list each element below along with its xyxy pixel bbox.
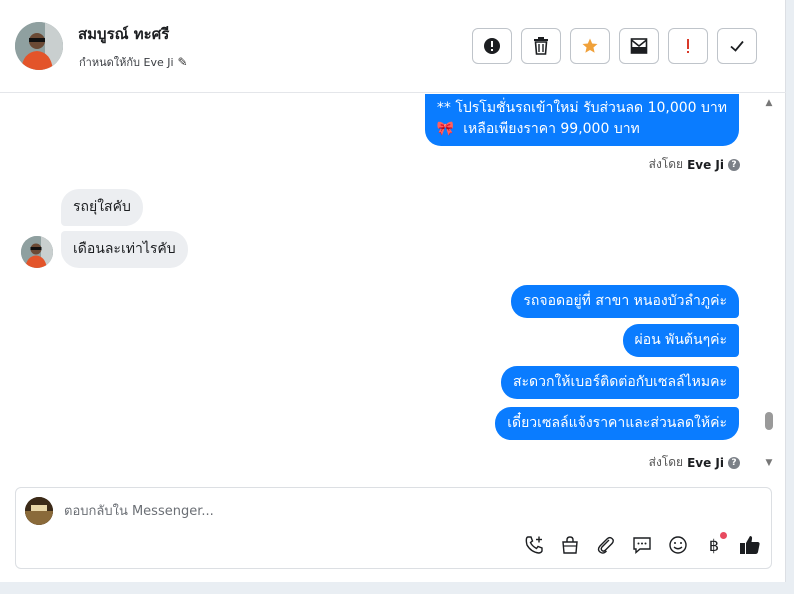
assigned-to-label: กำหนดให้กับ Eve Ji [79,56,174,69]
chat-bubble-icon[interactable] [631,534,653,556]
message-bubble-outgoing: สะดวกให้เบอร์ติดต่อกับเซลล์ไหมคะ [500,366,739,399]
sent-by-prefix: ส่งโดย [648,455,684,469]
mark-done-button[interactable] [717,28,757,64]
message-bubble-incoming: เดือนละเท่าไรคับ [61,231,188,268]
message-line: 🎀 เหลือเพียงราคา 99,000 บาท [437,119,727,140]
paperclip-icon[interactable] [595,534,617,556]
help-icon[interactable]: ? [728,456,740,469]
scroll-down-arrow-icon[interactable]: ▼ [763,458,775,468]
composer-tools: ฿ [523,532,761,556]
check-icon [730,40,744,52]
contact-avatar[interactable] [15,22,63,70]
sent-by-name: Eve Ji [687,455,724,470]
edit-assignee-icon[interactable]: ✎ [178,55,188,69]
header-toolbar [472,28,757,64]
thread-scrollbar[interactable]: ▲ ▼ [763,94,775,476]
conversation-header: สมบูรณ์ ทะศรี กำหนดให้กับ Eve Ji ✎ [0,0,786,93]
reply-input[interactable] [64,501,664,521]
sent-by-label: ส่งโดย Eve Ji ? [649,453,740,472]
help-icon[interactable]: ? [728,158,740,171]
mark-spam-button[interactable] [472,28,512,64]
archive-mail-icon [630,38,648,54]
contact-name: สมบูรณ์ ทะศรี [78,25,170,43]
delete-button[interactable] [521,28,561,64]
call-add-icon[interactable] [523,534,545,556]
message-bubble-outgoing: เดี๋ยวเซลล์แจ้งราคาและส่วนลดให้ค่ะ [495,407,739,440]
ribbon-icon: 🎀 [436,121,455,137]
baht-icon[interactable]: ฿ [703,532,727,556]
sent-by-label: ส่งโดย Eve Ji ? [649,155,740,174]
thumbs-up-icon[interactable] [739,534,761,556]
message-composer: ฿ [15,487,772,569]
scrollbar-thumb[interactable] [765,412,773,430]
exclamation-icon [687,39,689,53]
shopping-bag-icon[interactable] [559,534,581,556]
assigned-to: กำหนดให้กับ Eve Ji ✎ [79,53,188,71]
message-thread: ** โปรโมชั่นรถเข้าใหม่ รับส่วนลด 10,000 … [0,94,786,476]
message-bubble-outgoing: ผ่อน พันต้นๆค่ะ [622,324,739,357]
sent-by-prefix: ส่งโดย [648,157,684,171]
scroll-up-arrow-icon[interactable]: ▲ [763,98,775,108]
sent-by-name: Eve Ji [687,157,724,172]
page-avatar [25,497,53,525]
message-bubble-incoming: รถยุ่ใสคับ [61,189,143,226]
contact-avatar-small[interactable] [21,236,53,268]
emoji-icon[interactable] [667,534,689,556]
notification-dot [720,532,727,539]
star-button[interactable] [570,28,610,64]
message-line-text: เหลือเพียงราคา 99,000 บาท [463,121,640,137]
message-line: ** โปรโมชั่นรถเข้าใหม่ รับส่วนลด 10,000 … [436,100,727,116]
flag-button[interactable] [668,28,708,64]
star-icon [582,38,598,53]
trash-icon [534,37,548,55]
move-to-inbox-button[interactable] [619,28,659,64]
alert-circle-icon [484,38,500,54]
conversation-panel: สมบูรณ์ ทะศรี กำหนดให้กับ Eve Ji ✎ ** โป… [0,0,786,582]
message-bubble-outgoing: ** โปรโมชั่นรถเข้าใหม่ รับส่วนลด 10,000 … [424,94,739,146]
message-bubble-outgoing: รถจอดอยู่ที่ สาขา หนองบัวลำภูค่ะ [511,285,739,318]
